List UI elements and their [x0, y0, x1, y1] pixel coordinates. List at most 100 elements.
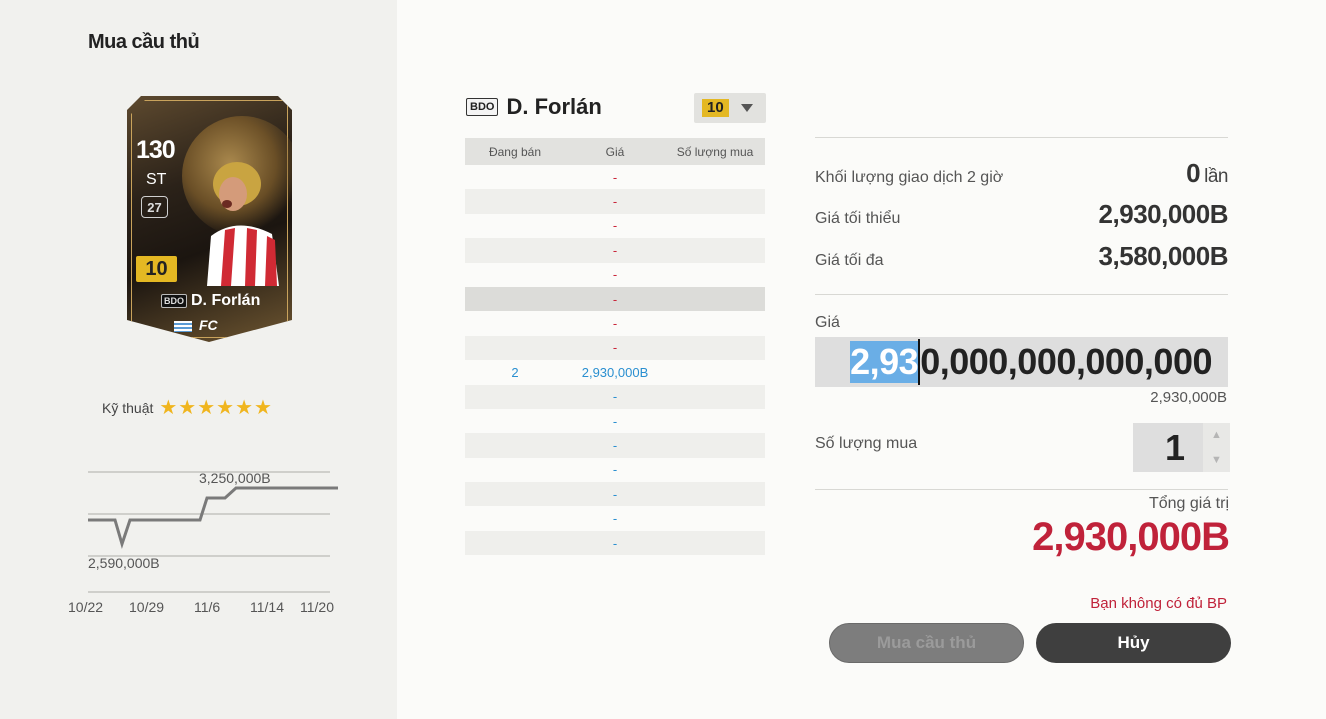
card-level-badge: 27 [141, 196, 168, 218]
sell-row[interactable]: - [465, 335, 765, 361]
price-cell: - [612, 535, 618, 551]
price-formatted: 2,930,000B [1150, 389, 1227, 406]
quantity-value[interactable]: 1 [1133, 427, 1203, 469]
card-position: ST [146, 171, 167, 188]
cancel-button[interactable]: Hủy [1036, 623, 1231, 663]
price-line [88, 486, 338, 550]
min-price-stat: Giá tối thiểu 2,930,000B [815, 199, 1229, 230]
divider [815, 137, 1228, 138]
quantity-label: Số lượng mua [815, 435, 918, 452]
player-portrait [207, 162, 279, 286]
order-rows: - - - - - - - - 2 2,930,000B - - - - - -… [465, 165, 765, 556]
price-cell: - [612, 511, 618, 527]
uruguay-flag-icon [174, 321, 192, 332]
price-cell: - [612, 291, 618, 307]
max-price-value: 3,580,000B [1098, 241, 1229, 271]
max-price-label: Giá tối đa [815, 252, 884, 269]
volume-stat: Khối lượng giao dịch 2 giờ 0 lần [815, 158, 1228, 189]
star-icons: ★★★★★★ [159, 397, 273, 419]
sell-row[interactable]: - [465, 286, 765, 312]
chart-date-label: 10/22 [68, 599, 103, 615]
up-arrow-icon[interactable]: ▲ [1211, 429, 1222, 441]
order-book: Đang bán Giá Số lượng mua - - - - - - - … [465, 138, 765, 556]
chevron-down-icon [740, 104, 753, 112]
page-title: Mua cầu thủ [88, 31, 200, 53]
price-input-text: 0,000,000,000,000 [920, 341, 1212, 382]
buy-row[interactable]: - [465, 506, 765, 530]
season-badge: BDO [466, 98, 499, 116]
sell-row[interactable]: - [465, 238, 765, 263]
selling-count-cell: 2 [511, 364, 519, 380]
chart-date-label: 10/29 [129, 599, 164, 615]
grade-dropdown[interactable]: 10 [694, 93, 766, 123]
fc-logo-icon: FC [199, 317, 218, 333]
sell-row[interactable]: - [465, 263, 765, 287]
chart-low-label: 2,590,000B [88, 555, 160, 571]
left-panel: Mua cầu thủ 130 ST 27 10 BDO D. Forlán F… [0, 0, 397, 719]
order-book-header: Đang bán Giá Số lượng mua [465, 138, 765, 165]
price-cell: - [612, 194, 618, 210]
price-cell: - [612, 218, 618, 234]
chart-date-label: 11/20 [300, 599, 334, 615]
total-label: Tổng giá trị [1148, 495, 1229, 512]
volume-unit: lần [1204, 166, 1228, 187]
divider [815, 489, 1228, 490]
chart-gridlines [88, 471, 330, 593]
volume-label: Khối lượng giao dịch 2 giờ [815, 169, 1004, 186]
card-name-text: D. Forlán [191, 292, 261, 309]
total-value: 2,930,000B [1032, 515, 1230, 559]
price-cell: - [612, 486, 618, 502]
price-cell: - [612, 413, 618, 429]
sell-row[interactable]: - [465, 214, 765, 238]
column-header: Đang bán [488, 144, 542, 159]
chart-date-label: 11/14 [250, 599, 284, 615]
buy-row[interactable]: - [465, 482, 765, 507]
card-grade-badge: 10 [136, 256, 177, 282]
stepper-arrows: ▲ ▼ [1203, 423, 1230, 472]
skill-rating: Kỹ thuật ★★★★★★ [102, 395, 273, 420]
price-cell: - [612, 242, 618, 258]
quantity-stepper[interactable]: 1 ▲ ▼ [1133, 423, 1230, 472]
price-label: Giá [815, 314, 840, 331]
price-cell: - [612, 437, 618, 453]
player-name: D. Forlán [506, 94, 602, 119]
price-input[interactable]: 2,93 0,000,000,000,000 [815, 337, 1228, 387]
price-cell: - [612, 389, 618, 405]
column-header: Giá [605, 144, 625, 159]
buy-row[interactable]: - [465, 409, 765, 433]
buy-row[interactable]: - [465, 433, 765, 458]
min-price-label: Giá tối thiểu [815, 210, 901, 227]
insufficient-bp-warning: Bạn không có đủ BP [1090, 595, 1227, 612]
current-price-row[interactable]: 2 2,930,000B [465, 360, 765, 385]
price-cell: - [612, 316, 618, 332]
season-badge: BDO [161, 294, 187, 308]
price-cell: - [612, 340, 618, 356]
max-price-stat: Giá tối đa 3,580,000B [815, 241, 1229, 272]
sell-row[interactable]: - [465, 189, 765, 214]
price-cell: - [612, 462, 618, 478]
buy-row[interactable]: - [465, 458, 765, 482]
card-player-name: BDO D. Forlán [161, 292, 260, 310]
volume-value: 0 [1186, 158, 1201, 188]
skill-label: Kỹ thuật [102, 399, 154, 416]
buy-row[interactable]: - [465, 384, 765, 409]
player-header: BDO D. Forlán [466, 94, 602, 120]
card-ovr: 130 [136, 136, 176, 164]
sell-row[interactable]: - [465, 165, 765, 189]
price-input-selection: 2,93 [850, 341, 919, 383]
price-cell: - [612, 267, 618, 283]
chart-high-label: 3,250,000B [199, 470, 271, 486]
min-price-value: 2,930,000B [1098, 199, 1229, 229]
player-card: 130 ST 27 10 BDO D. Forlán FC [127, 96, 292, 342]
column-header: Số lượng mua [676, 144, 754, 159]
grade-value: 10 [702, 99, 729, 117]
sell-row[interactable]: - [465, 311, 765, 335]
buy-row[interactable]: - [465, 530, 765, 556]
price-cell: - [612, 169, 618, 185]
down-arrow-icon[interactable]: ▼ [1211, 454, 1222, 466]
chart-date-label: 11/6 [194, 599, 220, 615]
buy-player-button[interactable]: Mua cầu thủ [829, 623, 1024, 663]
price-history-chart: 3,250,000B 2,590,000B 10/22 10/29 11/6 1… [68, 470, 338, 615]
divider [815, 294, 1228, 295]
price-cell: 2,930,000B [581, 364, 649, 380]
